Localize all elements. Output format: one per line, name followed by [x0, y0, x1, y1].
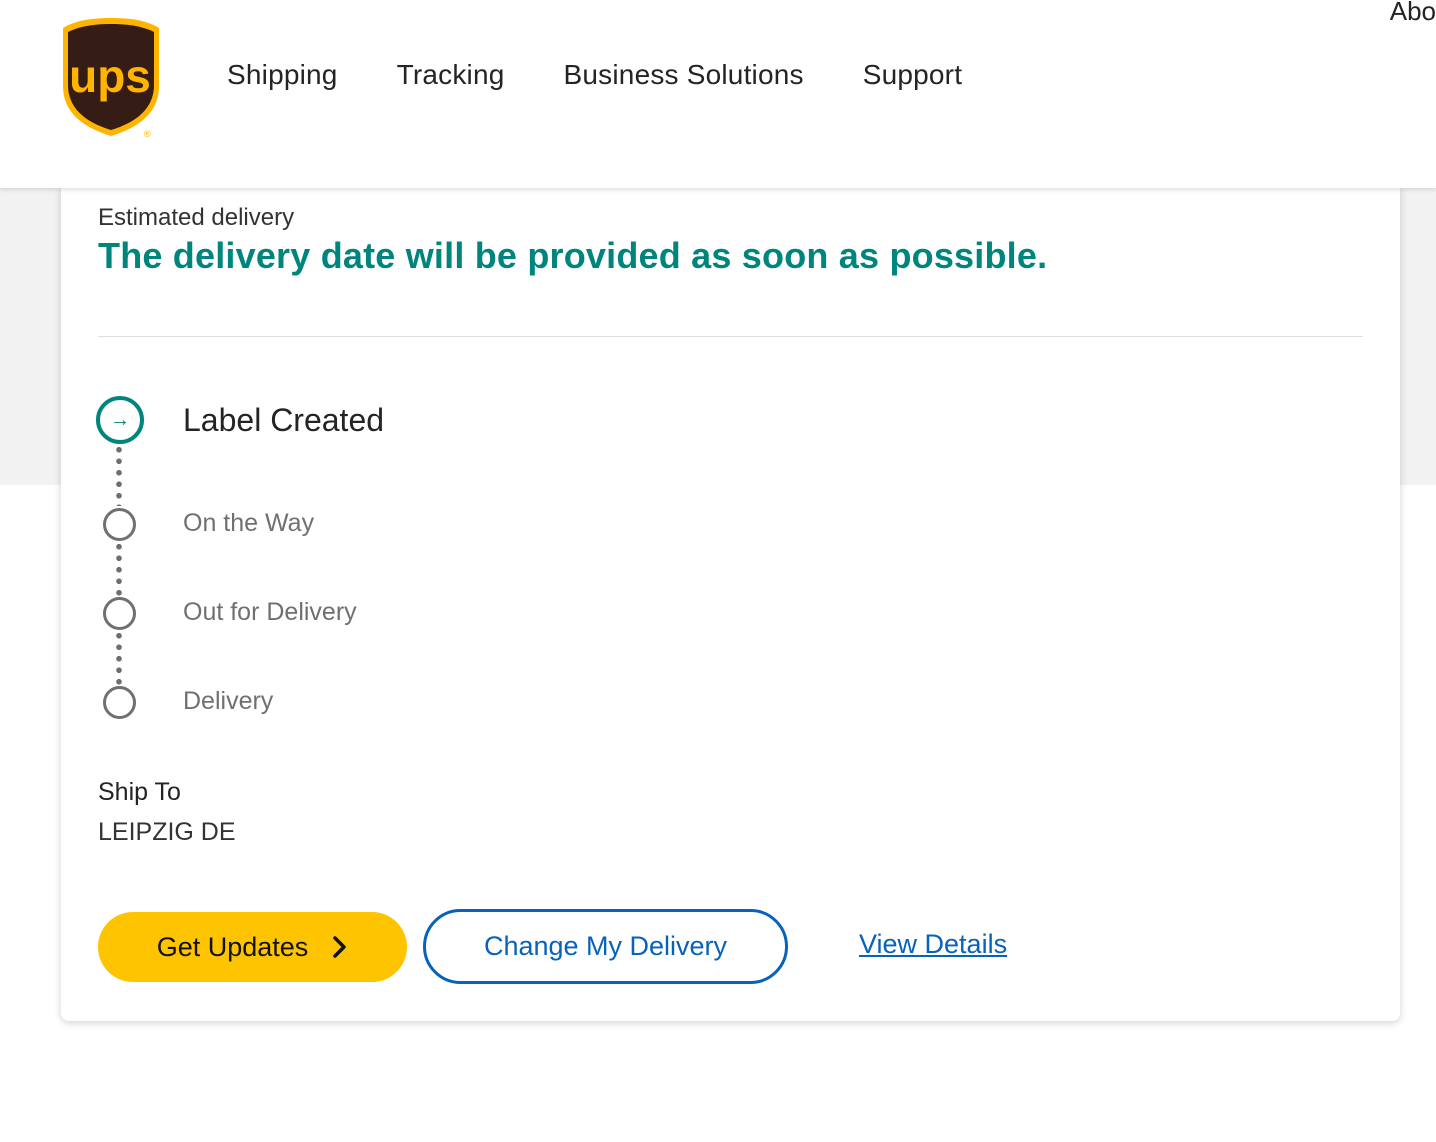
- site-header: ups ® Shipping Tracking Business Solutio…: [0, 0, 1436, 188]
- timeline-connector: [116, 541, 122, 596]
- step-marker-out-for-delivery: [103, 597, 136, 630]
- header-utility-link[interactable]: Abo: [1390, 0, 1436, 27]
- estimated-delivery-value: The delivery date will be provided as so…: [98, 235, 1048, 276]
- chevron-right-icon: [333, 936, 347, 958]
- divider: [98, 336, 1363, 337]
- logo-wordmark: ups: [69, 50, 151, 102]
- change-my-delivery-label: Change My Delivery: [483, 931, 728, 961]
- svg-text:®: ®: [144, 129, 151, 138]
- step-marker-on-the-way: [103, 508, 136, 541]
- nav-business-solutions[interactable]: Business Solutions: [564, 56, 804, 94]
- get-updates-button[interactable]: Get Updates: [98, 912, 407, 982]
- step-active-marker: →: [96, 396, 144, 444]
- get-updates-label: Get Updates: [156, 931, 309, 962]
- step-out-for-delivery: Out for Delivery: [183, 598, 357, 626]
- tracking-card: Estimated delivery The delivery date wil…: [61, 186, 1400, 1021]
- ups-shield-icon: ups ®: [63, 18, 159, 139]
- step-marker-delivery: [103, 686, 136, 719]
- nav-shipping[interactable]: Shipping: [227, 56, 338, 94]
- timeline-connector: [116, 630, 122, 685]
- timeline-connector: [116, 444, 122, 506]
- nav-support[interactable]: Support: [863, 56, 962, 94]
- ship-to-value: LEIPZIG DE: [98, 818, 236, 846]
- ups-logo[interactable]: ups ®: [60, 16, 162, 139]
- step-on-the-way: On the Way: [183, 509, 315, 537]
- change-my-delivery-button[interactable]: Change My Delivery: [423, 909, 788, 984]
- nav-tracking[interactable]: Tracking: [397, 56, 505, 94]
- step-delivery: Delivery: [183, 687, 274, 715]
- ship-to-label: Ship To: [98, 778, 181, 806]
- main-nav: Shipping Tracking Business Solutions Sup…: [227, 56, 1021, 94]
- step-label-created: Label Created: [183, 402, 385, 438]
- estimated-delivery-label: Estimated delivery: [98, 204, 295, 231]
- arrow-right-icon: →: [110, 409, 130, 431]
- view-details-link[interactable]: View Details: [859, 929, 1007, 960]
